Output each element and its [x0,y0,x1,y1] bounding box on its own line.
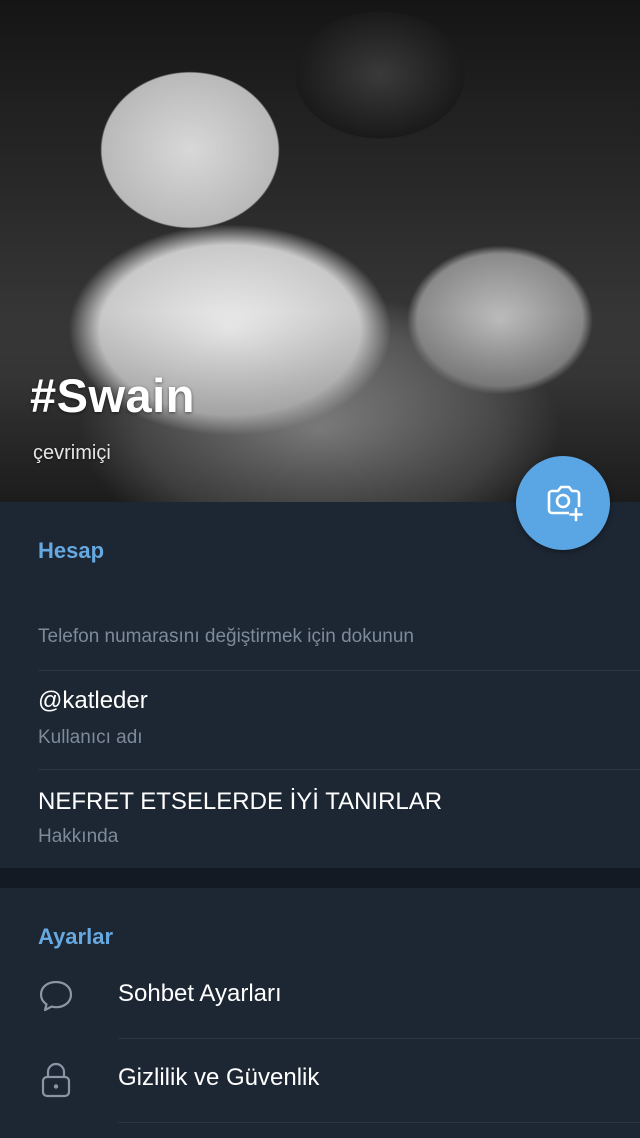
account-section-title: Hesap [38,538,105,563]
settings-section-title: Ayarlar [38,924,114,949]
camera-add-icon [547,485,583,522]
username-value: @katleder [38,687,148,714]
online-status: çevrimiçi [33,442,111,464]
privacy-security-item[interactable]: Gizlilik ve Güvenlik [0,1038,640,1122]
username-row[interactable]: @katleder Kullanıcı adı [0,671,640,769]
profile-header: #Swain çevrimiçi [0,0,640,502]
phone-hint: Telefon numarasını değiştirmek için doku… [38,626,414,647]
settings-section: Ayarlar Sohbet Ayarları Gizlilik ve Güve… [0,888,640,1138]
set-photo-button[interactable] [516,456,610,550]
chat-settings-item[interactable]: Sohbet Ayarları [0,954,640,1038]
profile-name: #Swain [30,369,195,422]
privacy-security-label: Gizlilik ve Güvenlik [118,1064,320,1091]
bio-label: Hakkında [38,826,119,847]
chat-settings-label: Sohbet Ayarları [118,980,282,1007]
lock-icon [36,1060,76,1100]
chat-bubble-icon [36,976,76,1016]
username-label: Kullanıcı adı [38,727,143,748]
section-separator [0,868,640,888]
account-section: Hesap Telefon numarasını değiştirmek içi… [0,502,640,868]
divider [118,1122,640,1123]
bio-value: NEFRET ETSELERDE İYİ TANIRLAR [38,788,443,815]
phone-row[interactable]: Telefon numarasını değiştirmek için doku… [0,592,640,670]
bio-row[interactable]: NEFRET ETSELERDE İYİ TANIRLAR Hakkında [0,770,640,868]
